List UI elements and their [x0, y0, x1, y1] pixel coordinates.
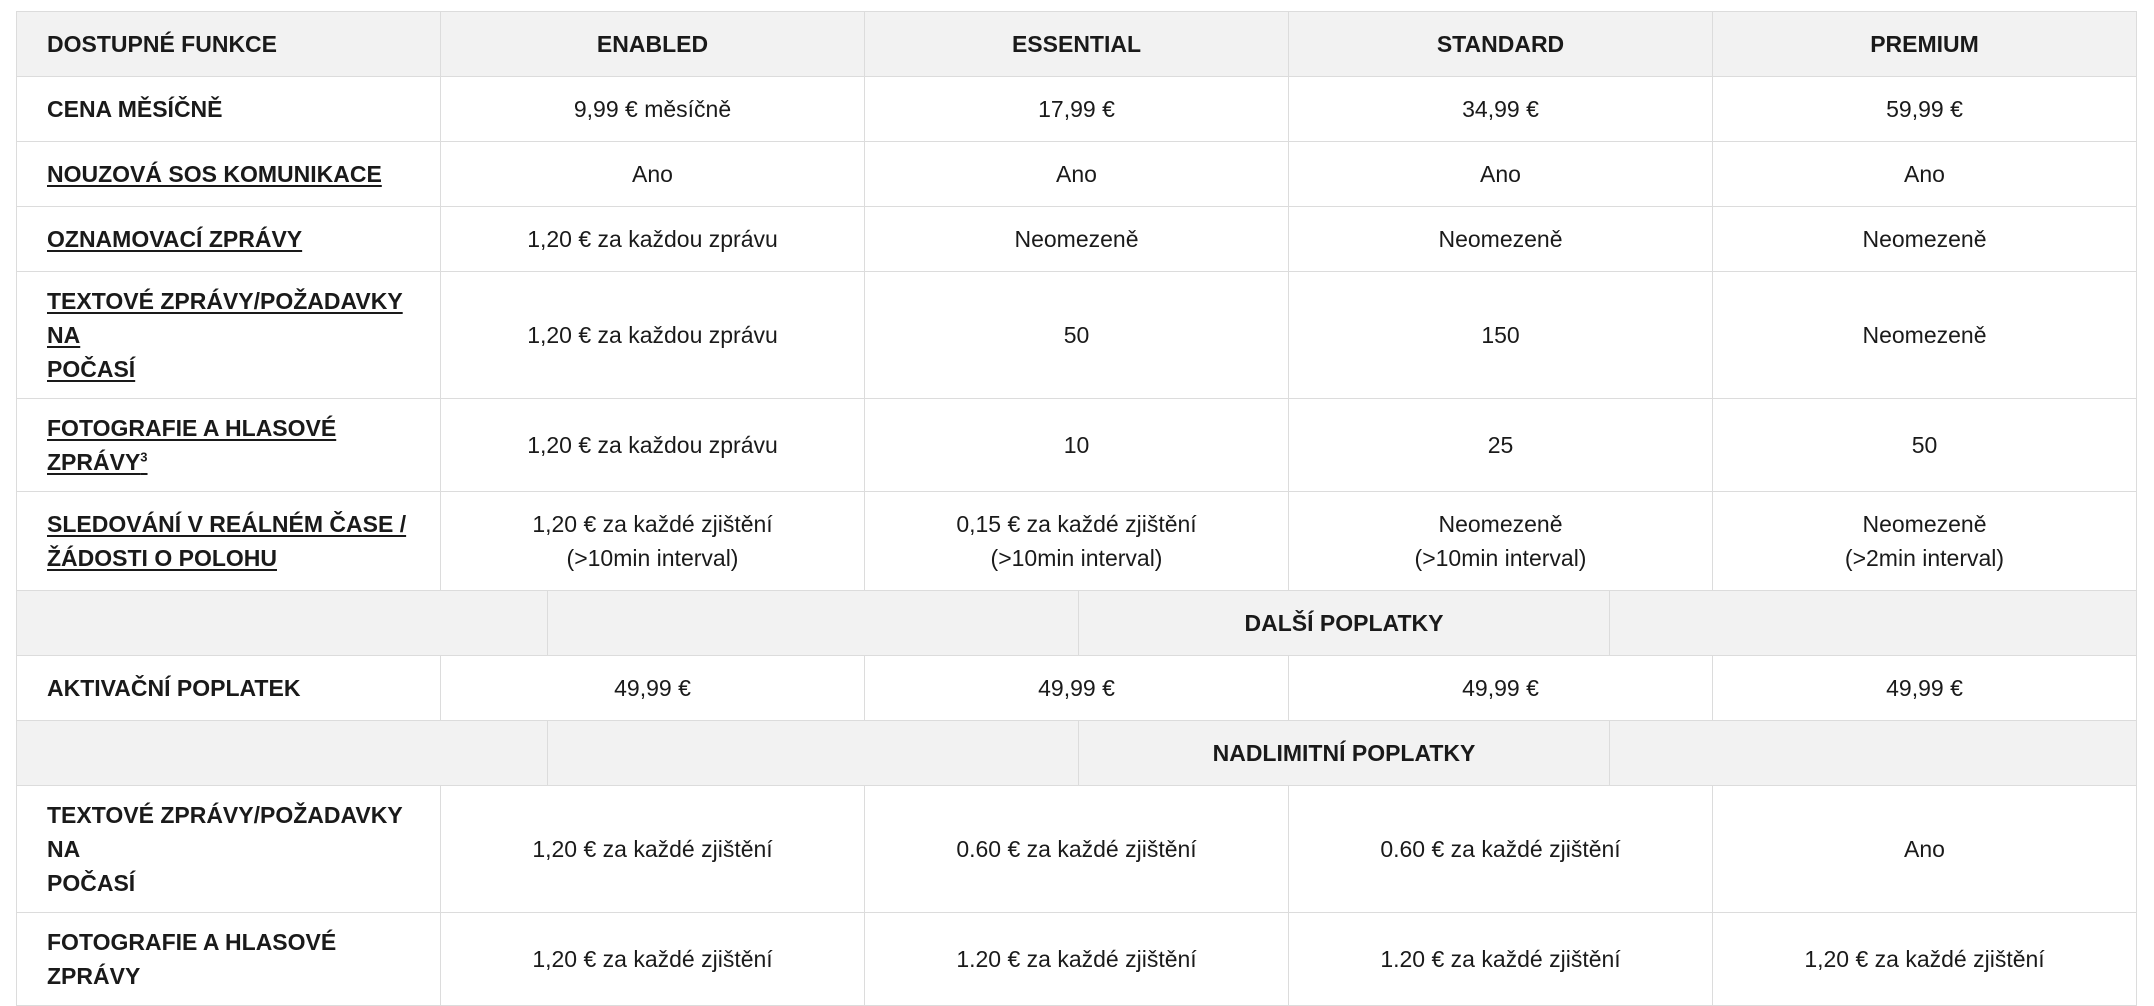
row-label-activation-fee: AKTIVAČNÍ POPLATEK	[16, 655, 441, 721]
table-header-row: DOSTUPNÉ FUNKCE ENABLED ESSENTIAL STANDA…	[16, 11, 2137, 77]
row-label-link-notification-messages[interactable]: OZNAMOVACÍ ZPRÁVY	[16, 206, 441, 272]
section-header-cell: NADLIMITNÍ POPLATKY	[16, 720, 2137, 786]
table-row: FOTOGRAFIE A HLASOVÉ ZPRÁVY3 1,20 € za k…	[16, 398, 2137, 492]
pricing-comparison-table: DOSTUPNÉ FUNKCE ENABLED ESSENTIAL STANDA…	[16, 11, 2137, 1006]
cell-value: 1.20 € za každé zjištění	[1288, 912, 1713, 1006]
cell-value: 0,15 € za každé zjištění (>10min interva…	[864, 491, 1289, 591]
plan-header-premium: PREMIUM	[1712, 11, 2137, 77]
cell-value: Neomezeně	[1288, 206, 1713, 272]
table-row: FOTOGRAFIE A HLASOVÉ ZPRÁVY 1,20 € za ka…	[16, 912, 2137, 1006]
cell-value: 34,99 €	[1288, 76, 1713, 142]
section-header-cell: DALŠÍ POPLATKY	[16, 590, 2137, 656]
cell-value: Ano	[440, 141, 865, 207]
row-label-link-tracking[interactable]: SLEDOVÁNÍ V REÁLNÉM ČASE / ŽÁDOSTI O POL…	[16, 491, 441, 591]
row-label-monthly-price: CENA MĚSÍČNĚ	[16, 76, 441, 142]
cell-value: 1,20 € za každé zjištění	[440, 785, 865, 913]
section-title-overage-fees: NADLIMITNÍ POPLATKY	[1079, 721, 1610, 785]
cell-value: 1,20 € za každou zprávu	[440, 398, 865, 492]
table-row: OZNAMOVACÍ ZPRÁVY 1,20 € za každou zpráv…	[16, 206, 2137, 272]
cell-value-line1: 1,20 € za každé zjištění	[532, 511, 773, 537]
row-label-text: FOTOGRAFIE A HLASOVÉ ZPRÁVY	[47, 415, 337, 475]
cell-value: 1,20 € za každé zjištění	[1712, 912, 2137, 1006]
table-row: AKTIVAČNÍ POPLATEK 49,99 € 49,99 € 49,99…	[16, 655, 2137, 721]
cell-value: Ano	[1712, 141, 2137, 207]
section-spacer	[548, 721, 1079, 785]
cell-value: 1,20 € za každé zjištění	[440, 912, 865, 1006]
section-spacer	[548, 591, 1079, 655]
row-label-overage-text-messages: TEXTOVÉ ZPRÁVY/POŽADAVKY NA POČASÍ	[16, 785, 441, 913]
cell-value: Neomezeně (>10min interval)	[1288, 491, 1713, 591]
row-label-link-sos[interactable]: NOUZOVÁ SOS KOMUNIKACE	[16, 141, 441, 207]
section-header-row: NADLIMITNÍ POPLATKY	[16, 720, 2137, 786]
row-label-line2: POČASÍ	[47, 356, 136, 382]
cell-value-line2: (>10min interval)	[1414, 545, 1587, 571]
cell-value-line1: Neomezeně	[1438, 511, 1563, 537]
cell-value: 0.60 € za každé zjištění	[1288, 785, 1713, 913]
row-label-link-photos-voice[interactable]: FOTOGRAFIE A HLASOVÉ ZPRÁVY3	[16, 398, 441, 492]
cell-value: 50	[864, 271, 1289, 399]
cell-value: 49,99 €	[1288, 655, 1713, 721]
plans-table: DOSTUPNÉ FUNKCE ENABLED ESSENTIAL STANDA…	[16, 11, 2137, 1006]
row-label-line2: ŽÁDOSTI O POLOHU	[47, 545, 277, 571]
cell-value: 25	[1288, 398, 1713, 492]
cell-value: 9,99 € měsíčně	[440, 76, 865, 142]
section-title-additional-fees: DALŠÍ POPLATKY	[1079, 591, 1610, 655]
cell-value: Ano	[1288, 141, 1713, 207]
cell-value: Ano	[864, 141, 1289, 207]
cell-value: 0.60 € za každé zjištění	[864, 785, 1289, 913]
footnote-marker: 3	[140, 449, 148, 465]
cell-value: 49,99 €	[864, 655, 1289, 721]
row-label-line2: POČASÍ	[47, 870, 136, 896]
row-label-line1: TEXTOVÉ ZPRÁVY/POŽADAVKY NA	[47, 288, 403, 348]
row-label-overage-photos-voice: FOTOGRAFIE A HLASOVÉ ZPRÁVY	[16, 912, 441, 1006]
cell-value-line1: 0,15 € za každé zjištění	[956, 511, 1197, 537]
table-row: CENA MĚSÍČNĚ 9,99 € měsíčně 17,99 € 34,9…	[16, 76, 2137, 142]
plan-header-enabled: ENABLED	[440, 11, 865, 77]
section-spacer	[17, 721, 548, 785]
cell-value: 1,20 € za každé zjištění (>10min interva…	[440, 491, 865, 591]
plan-header-essential: ESSENTIAL	[864, 11, 1289, 77]
cell-value: 10	[864, 398, 1289, 492]
cell-value-line2: (>10min interval)	[566, 545, 739, 571]
cell-value: 1,20 € za každou zprávu	[440, 206, 865, 272]
section-header-row: DALŠÍ POPLATKY	[16, 590, 2137, 656]
cell-value: 59,99 €	[1712, 76, 2137, 142]
row-label-link-text-messages[interactable]: TEXTOVÉ ZPRÁVY/POŽADAVKY NA POČASÍ	[16, 271, 441, 399]
table-row: NOUZOVÁ SOS KOMUNIKACE Ano Ano Ano Ano	[16, 141, 2137, 207]
section-spacer	[17, 591, 548, 655]
table-row: SLEDOVÁNÍ V REÁLNÉM ČASE / ŽÁDOSTI O POL…	[16, 491, 2137, 591]
features-column-header: DOSTUPNÉ FUNKCE	[16, 11, 441, 77]
table-row: TEXTOVÉ ZPRÁVY/POŽADAVKY NA POČASÍ 1,20 …	[16, 271, 2137, 399]
cell-value: 17,99 €	[864, 76, 1289, 142]
cell-value: Ano	[1712, 785, 2137, 913]
cell-value: Neomezeně (>2min interval)	[1712, 491, 2137, 591]
row-label-line1: TEXTOVÉ ZPRÁVY/POŽADAVKY NA	[47, 802, 403, 862]
cell-value: 150	[1288, 271, 1713, 399]
cell-value-line2: (>2min interval)	[1844, 545, 2005, 571]
cell-value: 49,99 €	[1712, 655, 2137, 721]
cell-value: 1.20 € za každé zjištění	[864, 912, 1289, 1006]
cell-value: Neomezeně	[864, 206, 1289, 272]
cell-value-line1: Neomezeně	[1862, 511, 1987, 537]
plan-header-standard: STANDARD	[1288, 11, 1713, 77]
cell-value: Neomezeně	[1712, 206, 2137, 272]
cell-value: 49,99 €	[440, 655, 865, 721]
row-label-line1: SLEDOVÁNÍ V REÁLNÉM ČASE /	[47, 511, 407, 537]
cell-value-line2: (>10min interval)	[990, 545, 1163, 571]
cell-value: 50	[1712, 398, 2137, 492]
table-row: TEXTOVÉ ZPRÁVY/POŽADAVKY NA POČASÍ 1,20 …	[16, 785, 2137, 913]
cell-value: 1,20 € za každou zprávu	[440, 271, 865, 399]
cell-value: Neomezeně	[1712, 271, 2137, 399]
